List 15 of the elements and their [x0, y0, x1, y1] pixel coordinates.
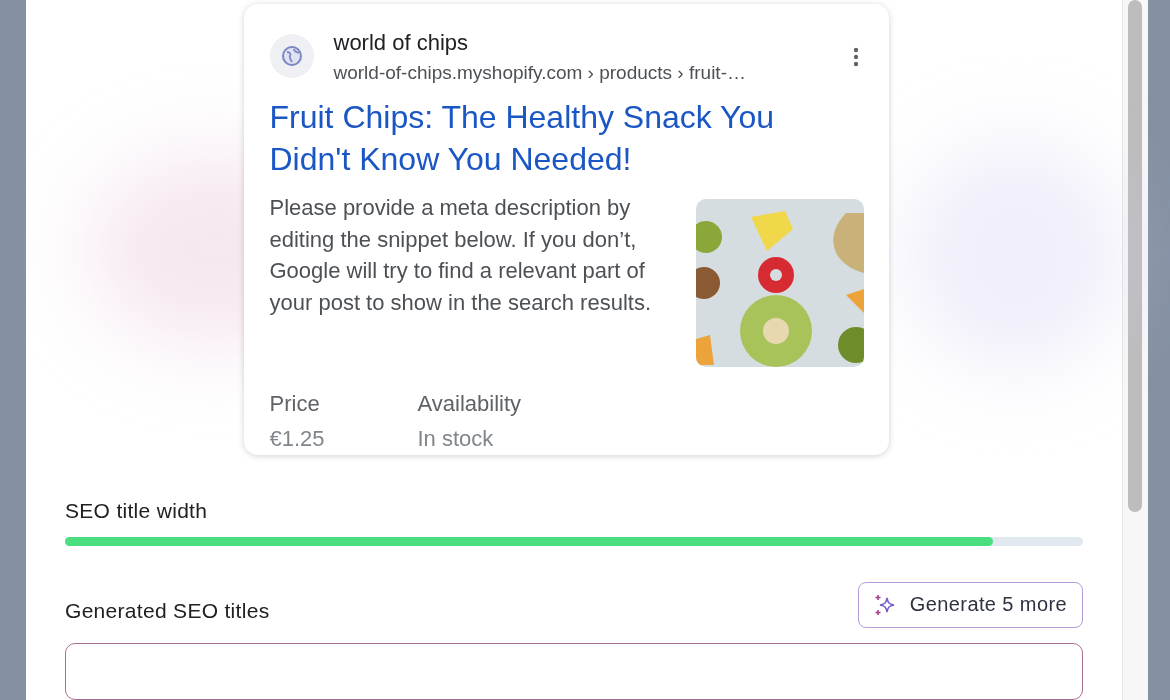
fact-label: Price [269, 391, 321, 417]
meta-description: Please provide a meta description by editing the snippet below. If you don’t, Google will try to find a relevant part of your post to show in the search results. [269, 194, 653, 317]
fact-value: €1.25 [269, 426, 326, 452]
site-name: world of chips [333, 30, 469, 56]
section-heading: Generated SEO titles [65, 598, 270, 623]
scrollbar-thumb[interactable] [1128, 0, 1142, 512]
section-label: SEO title width [65, 499, 209, 524]
sparkle-icon [873, 592, 896, 617]
generate-button[interactable]: Generate 5 more [857, 581, 1083, 628]
fact-label: Availability [417, 391, 523, 417]
more-options-icon[interactable] [852, 47, 859, 67]
result-title-link[interactable]: Fruit Chips: The Healthy Snack You Didn't Know You Needed! [269, 96, 830, 180]
fact-value: In stock [417, 426, 495, 452]
breadcrumb-url: world-of-chips.myshopify.com › products › fruit-… [333, 62, 747, 84]
globe-icon [269, 34, 314, 78]
